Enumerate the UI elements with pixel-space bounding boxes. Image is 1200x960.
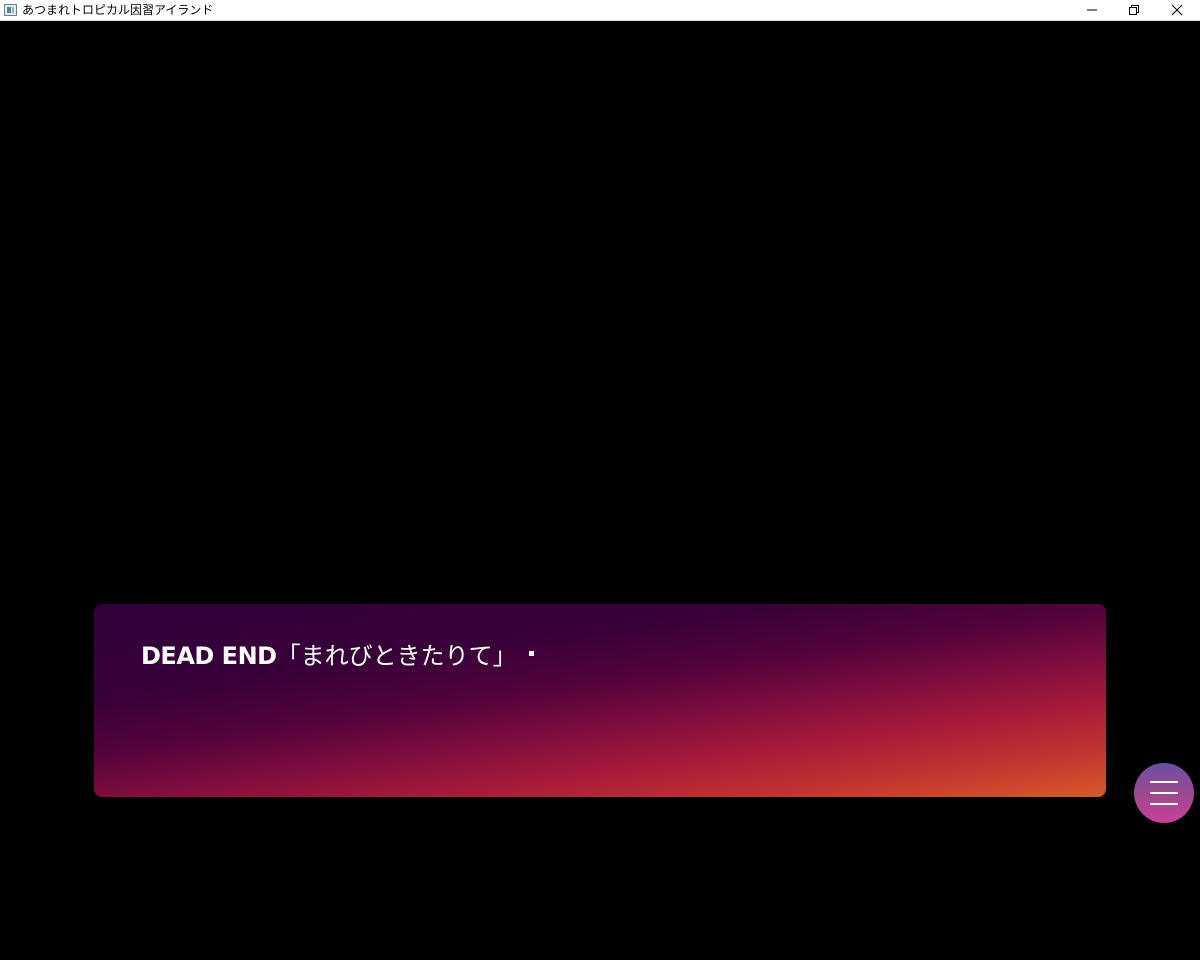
message-window[interactable]: DEAD END「まれびときたりて」	[94, 604, 1106, 797]
window-bottom-edge	[0, 956, 1200, 960]
title-bar[interactable]: あつまれトロピカル因習アイランド	[0, 0, 1200, 21]
message-text-jp: 「まれびときたりて」	[276, 642, 517, 670]
hamburger-menu-icon	[1150, 792, 1178, 794]
hamburger-menu-icon	[1150, 803, 1178, 805]
close-icon	[1171, 4, 1183, 16]
minimize-button[interactable]	[1070, 0, 1114, 20]
app-window-icon	[4, 4, 17, 16]
game-window: あつまれトロピカル因習アイランド DEAD END「まれびときたりて」	[0, 0, 1200, 960]
message-text: DEAD END「まれびときたりて」	[141, 641, 534, 671]
restore-button[interactable]	[1112, 0, 1156, 20]
close-button[interactable]	[1155, 0, 1199, 20]
restore-icon	[1129, 5, 1139, 15]
wait-cursor-icon	[528, 651, 534, 656]
minimize-icon	[1087, 9, 1097, 11]
window-title: あつまれトロピカル因習アイランド	[22, 3, 214, 17]
hamburger-menu-icon	[1150, 781, 1178, 783]
menu-button[interactable]	[1134, 763, 1194, 823]
message-text-en: DEAD END	[141, 642, 277, 670]
